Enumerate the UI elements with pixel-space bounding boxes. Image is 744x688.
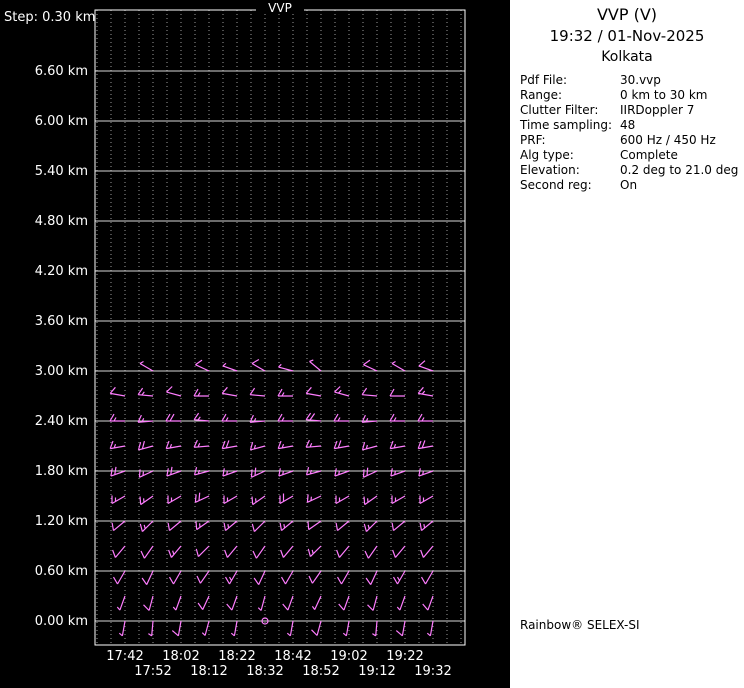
field-row: Range: 0 km to 30 km	[520, 88, 744, 103]
field-label: Elevation:	[520, 163, 580, 177]
product-title: VVP (V)	[596, 5, 658, 24]
svg-text:19:32: 19:32	[414, 664, 451, 679]
site-name: Kolkata	[601, 49, 653, 65]
wind-barbs	[109, 358, 434, 637]
svg-text:2.40 km: 2.40 km	[35, 414, 88, 429]
svg-text:19:22: 19:22	[386, 649, 423, 664]
svg-text:18:12: 18:12	[190, 664, 227, 679]
svg-text:17:42: 17:42	[106, 649, 143, 664]
field-value: 0.2 deg to 21.0 deg	[620, 163, 739, 177]
svg-text:17:52: 17:52	[134, 664, 171, 679]
svg-text:18:42: 18:42	[274, 649, 311, 664]
product-datetime: 19:32 / 01-Nov-2025	[549, 27, 705, 45]
field-label: PRF:	[520, 133, 546, 147]
field-value: 600 Hz / 450 Hz	[620, 133, 716, 147]
field-row: Clutter Filter: IIRDoppler 7	[520, 103, 744, 118]
field-label: Clutter Filter:	[520, 103, 599, 117]
svg-text:18:02: 18:02	[162, 649, 199, 664]
field-label: Second reg:	[520, 178, 592, 192]
svg-text:1.20 km: 1.20 km	[35, 514, 88, 529]
axis-labels: 6.60 km 6.00 km 5.40 km 4.80 km 4.20 km 3.60 …	[4, 10, 452, 679]
svg-text:3.60 km: 3.60 km	[35, 314, 88, 329]
field-value: 0 km to 30 km	[620, 88, 708, 102]
chart-title: VVP	[256, 1, 304, 15]
field-row: Pdf File: 30.vvp	[520, 73, 744, 88]
svg-text:6.60 km: 6.60 km	[35, 64, 88, 79]
svg-text:0.00 km: 0.00 km	[35, 614, 88, 629]
field-value: 30.vvp	[620, 73, 661, 87]
field-value: IIRDoppler 7	[620, 103, 695, 117]
svg-text:4.80 km: 4.80 km	[35, 214, 88, 229]
vvp-product-window: 6.60 km 6.00 km 5.40 km 4.80 km 4.20 km 3.60 …	[0, 0, 744, 688]
field-row: Time sampling: 48	[520, 118, 744, 133]
vvp-time-height-plot: 6.60 km 6.00 km 5.40 km 4.80 km 4.20 km 3.60 …	[4, 1, 466, 679]
info-panel: VVP (V) 19:32 / 01-Nov-2025 Kolkata Pdf …	[510, 0, 744, 688]
field-label: Time sampling:	[520, 118, 613, 132]
svg-text:VVP: VVP	[268, 1, 292, 15]
svg-text:4.20 km: 4.20 km	[35, 264, 88, 279]
field-value: Complete	[620, 148, 678, 162]
field-row: Alg type: Complete	[520, 148, 744, 163]
field-label: Alg type:	[520, 148, 574, 162]
field-label: Range:	[520, 88, 563, 102]
field-row: Second reg: On	[520, 178, 744, 193]
svg-text:3.00 km: 3.00 km	[35, 364, 88, 379]
svg-text:19:12: 19:12	[358, 664, 395, 679]
svg-text:Step: 0.30 km: Step: 0.30 km	[4, 10, 95, 25]
brand-footer: Rainbow® SELEX-SI	[520, 618, 640, 632]
wind-profile-chart: 6.60 km 6.00 km 5.40 km 4.80 km 4.20 km 3.60 …	[0, 0, 510, 688]
svg-text:18:52: 18:52	[302, 664, 339, 679]
svg-text:19:02: 19:02	[330, 649, 367, 664]
svg-text:5.40 km: 5.40 km	[35, 164, 88, 179]
svg-text:18:22: 18:22	[218, 649, 255, 664]
product-metadata: Pdf File: 30.vvp Range: 0 km to 30 km Clutte…	[510, 73, 744, 193]
svg-text:18:32: 18:32	[246, 664, 283, 679]
svg-text:0.60 km: 0.60 km	[35, 564, 88, 579]
svg-text:1.80 km: 1.80 km	[35, 464, 88, 479]
field-label: Pdf File:	[520, 73, 568, 87]
field-value: 48	[620, 118, 636, 132]
field-row: Elevation: 0.2 deg to 21.0 deg	[520, 163, 744, 178]
field-row: PRF: 600 Hz / 450 Hz	[520, 133, 744, 148]
svg-text:6.00 km: 6.00 km	[35, 114, 88, 129]
field-value: On	[620, 178, 638, 192]
